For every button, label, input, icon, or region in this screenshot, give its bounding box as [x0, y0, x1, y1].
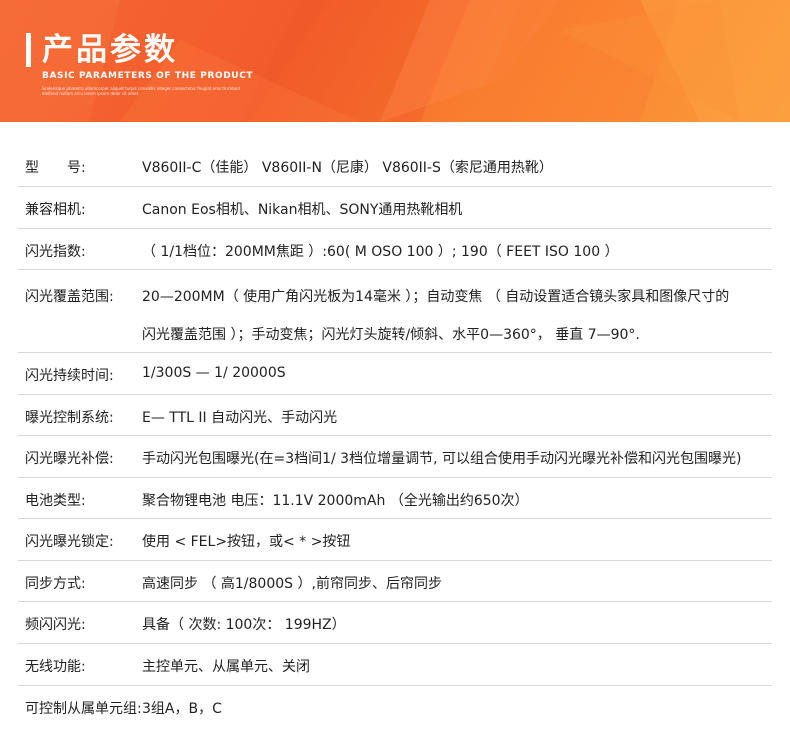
- param-row: 兼容相机: Canon Eos相机、Nikan相机、SONY通用热靴相机: [18, 186, 772, 229]
- param-label: 闪光指数:: [25, 244, 86, 260]
- param-label: 闪光持续时间:: [25, 368, 114, 384]
- param-label: 曝光控制系统:: [25, 410, 114, 426]
- param-value: 使用 < FEL>按钮，或< * >按钮: [142, 534, 351, 550]
- param-row: 频闪闪光: 具备（ 次数: 100次： 199HZ）: [18, 601, 772, 644]
- param-value: 3组A，B，C: [142, 701, 222, 717]
- param-value: （ 1/1档位：200MM焦距 ）:60( M OSO 100 ）; 190（ …: [142, 244, 619, 260]
- param-value: 聚合物锂电池 电压：11.1V 2000mAh （全光输出约650次）: [142, 493, 529, 509]
- param-label: 无线功能:: [25, 659, 86, 675]
- param-row: 闪光曝光补偿: 手动闪光包围曝光(在=3档间1/ 3档位增量调节, 可以组合使用手…: [18, 435, 772, 478]
- param-label: 闪光曝光补偿:: [25, 451, 114, 467]
- param-label: 电池类型:: [25, 493, 86, 509]
- param-row: 曝光控制系统: E— TTL II 自动闪光、手动闪光: [18, 394, 772, 436]
- param-row: 闪光指数: （ 1/1档位：200MM焦距 ）:60( M OSO 100 ）; …: [18, 228, 772, 270]
- param-value-continued: 闪光覆盖范围 ）；手动变焦；闪光灯头旋转/倾斜、水平0—360°， 垂直 7—9…: [142, 327, 640, 343]
- param-label: 闪光覆盖范围:: [25, 289, 114, 305]
- param-value: 1/300S — 1/ 20000S: [142, 365, 286, 381]
- param-value: 主控单元、从属单元、关闭: [142, 659, 310, 675]
- param-value: 高速同步 （ 高1/8000S ）,前帘同步、后帘同步: [142, 576, 442, 592]
- param-row: 闪光曝光锁定: 使用 < FEL>按钮，或< * >按钮: [18, 518, 772, 561]
- title-accent-bar: [26, 33, 31, 67]
- param-value: V860II-C（佳能） V860II-N（尼康） V860II-S（索尼通用热…: [142, 160, 553, 176]
- param-label: 兼容相机:: [25, 202, 86, 218]
- param-row: 同步方式: 高速同步 （ 高1/8000S ）,前帘同步、后帘同步: [18, 560, 772, 602]
- param-label: 型 号:: [25, 160, 86, 176]
- section-title-en: BASIC PARAMETERS OF THE PRODUCT: [42, 71, 254, 81]
- param-row: 无线功能: 主控单元、从属单元、关闭: [18, 643, 772, 686]
- param-value: 20—200MM（ 使用广角闪光板为14毫米 ）；自动变焦 （ 自动设置适合镜头…: [142, 289, 730, 305]
- param-value: 具备（ 次数: 100次： 199HZ）: [142, 617, 346, 633]
- param-value: 手动闪光包围曝光(在=3档间1/ 3档位增量调节, 可以组合使用手动闪光曝光补偿…: [142, 451, 742, 467]
- param-row: 型 号: V860II-C（佳能） V860II-N（尼康） V860II-S（索…: [18, 144, 772, 187]
- param-row: 闪光覆盖范围: 20—200MM（ 使用广角闪光板为14毫米 ）；自动变焦 （ 自…: [18, 269, 772, 353]
- param-value: E— TTL II 自动闪光、手动闪光: [142, 410, 338, 426]
- section-fine-print: Scelerisque pharetra ullamcorper aliquet…: [42, 86, 241, 96]
- param-label: 闪光曝光锁定:: [25, 534, 114, 550]
- param-row: 可控制从属单元组: 3组A，B，C: [18, 685, 772, 727]
- param-label: 频闪闪光:: [25, 617, 86, 633]
- section-title-cn: 产品参数: [42, 32, 178, 68]
- param-row: 闪光持续时间: 1/300S — 1/ 20000S: [18, 352, 772, 395]
- param-row: 电池类型: 聚合物锂电池 电压：11.1V 2000mAh （全光输出约650次）: [18, 477, 772, 519]
- header-banner: 产品参数 BASIC PARAMETERS OF THE PRODUCT Sce…: [0, 0, 790, 122]
- param-value: Canon Eos相机、Nikan相机、SONY通用热靴相机: [142, 202, 463, 218]
- param-label: 同步方式:: [25, 576, 86, 592]
- param-label: 可控制从属单元组:: [25, 701, 142, 717]
